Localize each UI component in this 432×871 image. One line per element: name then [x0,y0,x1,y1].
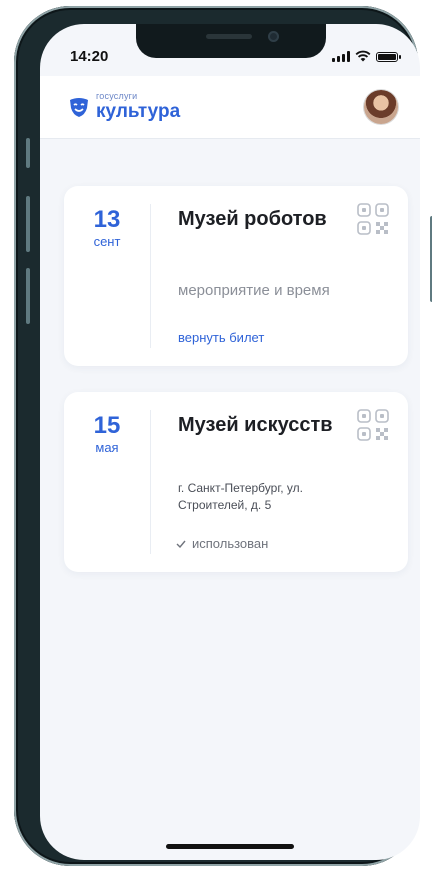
ticket-subtitle: мероприятие и время [178,282,330,299]
ticket-card[interactable]: 13 сент Музей роботов мероприятие и врем… [64,186,408,366]
app-header: госуслуги культура [40,76,420,139]
ticket-month: мая [95,440,119,455]
battery-icon [376,52,401,62]
ticket-card[interactable]: 15 мая Музей искусств г. Санкт-Петербург… [64,392,408,572]
logo-brand-title: культура [96,101,181,122]
ticket-title: Музей роботов [178,208,327,230]
return-ticket-link[interactable]: вернуть билет [178,330,264,345]
app-logo[interactable]: госуслуги культура [68,92,180,121]
logo-brand-small: госуслуги [96,91,138,101]
divider [150,204,151,348]
volume-up-button [26,196,30,252]
ticket-date: 13 сент [64,206,150,250]
front-camera [268,31,279,42]
home-indicator[interactable] [166,844,294,849]
ticket-status: использован [176,536,268,551]
mute-switch [26,138,30,168]
status-time: 14:20 [70,48,109,65]
check-icon [176,540,186,548]
ticket-title: Музей искусств [178,414,333,436]
wifi-icon [355,50,371,62]
qr-code-icon[interactable] [356,408,390,442]
avatar[interactable] [364,90,398,124]
app-screen: 14:20 госуслуги культура 13 сент Музей р… [40,24,420,860]
ticket-day: 13 [93,206,121,233]
logo-mask-icon [70,97,88,117]
phone-frame: 14:20 госуслуги культура 13 сент Музей р… [14,6,432,866]
status-icons [332,50,401,62]
qr-code-icon[interactable] [356,202,390,236]
ticket-day: 15 [93,412,121,439]
signal-icon [332,51,350,62]
ticket-month: сент [93,234,121,249]
ticket-status-label: использован [192,536,269,551]
volume-down-button [26,268,30,324]
ticket-date: 15 мая [64,412,150,456]
ticket-address: г. Санкт-Петербург, ул. Строителей, д. 5 [178,481,303,512]
notch [136,24,326,58]
speaker [206,34,252,39]
divider [150,410,151,554]
